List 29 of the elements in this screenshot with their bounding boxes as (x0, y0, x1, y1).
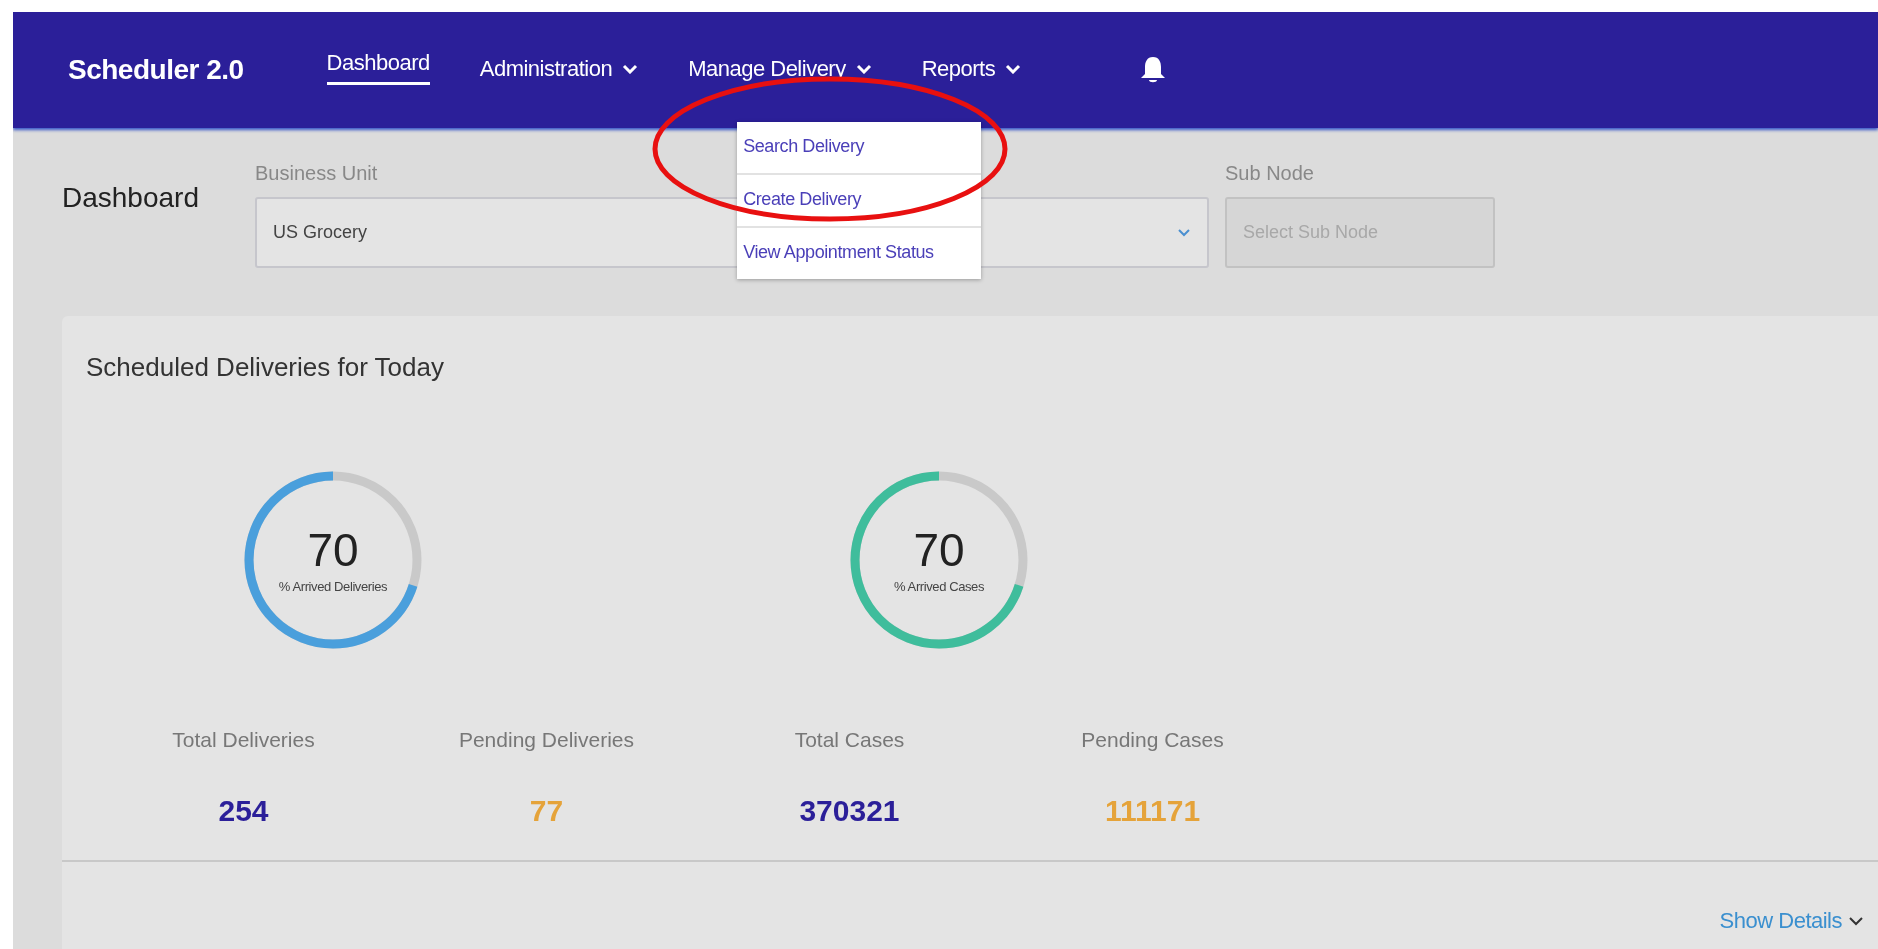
stat-value: 370321 (799, 794, 900, 828)
field-label: Business Unit (255, 162, 379, 185)
stat-value: 77 (529, 794, 564, 828)
nav-menu-item[interactable]: Administration (479, 49, 639, 91)
field-label: Sub Node (1225, 162, 1315, 185)
app-title: Scheduler 2.0 (68, 54, 244, 86)
stat-value: 111171 (1104, 794, 1201, 828)
chevron-down-icon (855, 63, 872, 74)
chevron-down-icon (1848, 916, 1864, 926)
page-title: Dashboard (62, 182, 199, 214)
card-title: Scheduled Deliveries for Today (86, 352, 445, 383)
nav-menu-item[interactable]: Dashboard (326, 43, 430, 85)
stat-label: Pending Deliveries (458, 728, 635, 752)
nav-menu-item[interactable]: Reports (921, 49, 1022, 91)
stat-label: Total Deliveries (172, 728, 315, 752)
gauge-value: 70 (307, 526, 359, 573)
gauge-caption: % Arrived Deliveries (278, 578, 388, 594)
nav-menu-item[interactable]: Manage Delivery (688, 49, 872, 91)
chevron-down-icon (1177, 228, 1191, 237)
stat-value: 254 (218, 794, 269, 828)
dropdown-menu-item[interactable]: View Appointment Status (737, 227, 982, 279)
stat-label: Pending Cases (1081, 728, 1224, 752)
gauge-value: 70 (913, 526, 965, 573)
gauge-caption: % Arrived Cases (893, 578, 985, 594)
chevron-down-icon (1005, 63, 1022, 74)
bell-icon[interactable] (1139, 55, 1168, 85)
dropdown-menu-item[interactable]: Search Delivery (737, 121, 982, 175)
chevron-down-icon (622, 63, 639, 74)
stat-label: Total Cases (794, 728, 905, 752)
